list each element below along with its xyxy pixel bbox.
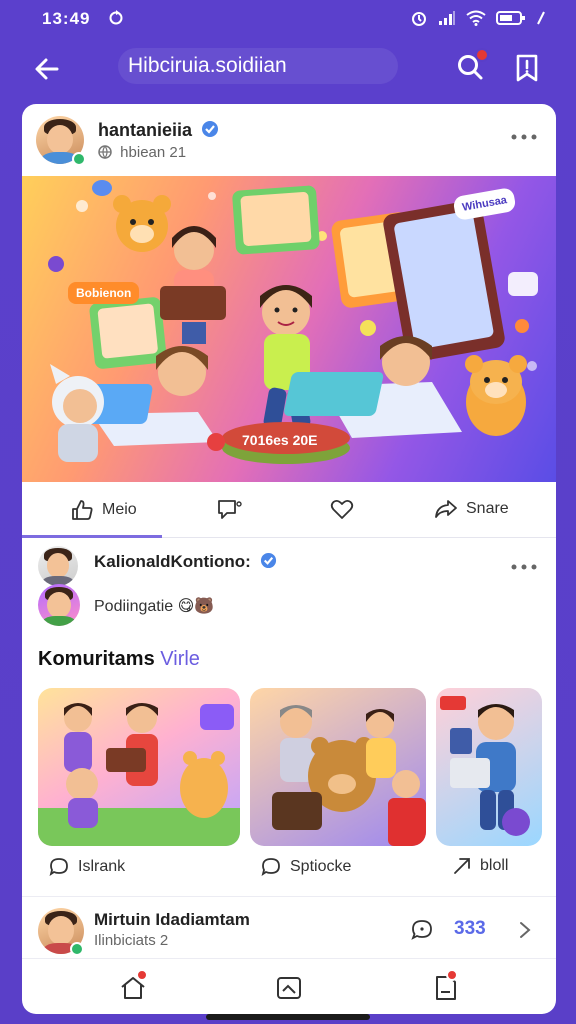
app-screen: 13:49 Hibciruia.soidiian hantanieiia hbi… [0, 0, 576, 1024]
author-name-row[interactable]: hantanieiia [98, 120, 219, 141]
bookmark-icon [516, 54, 538, 82]
inbox-icon [277, 977, 301, 999]
post-header: hantanieiia hbiean 21 [22, 104, 556, 176]
tab-home[interactable] [118, 969, 148, 1003]
comment-icon [49, 858, 68, 877]
thumbnail-illustration [440, 696, 530, 836]
top-navigation: Hibciruia.soidiian [0, 40, 576, 96]
user-meta: Ilinbiciats 2 [94, 932, 169, 949]
chat-bubble-icon [411, 920, 432, 940]
section-link[interactable]: Virle [160, 648, 200, 670]
online-indicator [70, 942, 84, 956]
comment-icon [218, 500, 242, 519]
status-bar: 13:49 [0, 0, 576, 38]
notification-badge [475, 48, 489, 62]
sync-icon [108, 8, 124, 31]
user-name: Mirtuin Idadiamtam [94, 910, 250, 929]
home-indicator [206, 1014, 370, 1020]
status-icons [410, 9, 546, 27]
heart-button[interactable] [330, 498, 354, 520]
commenter-name-row: KalionaldKontiono: [94, 552, 277, 572]
user-avatar [38, 584, 80, 626]
comment-text: Podiingatie 😋🐻 [94, 598, 215, 615]
more-horizontal-icon [511, 564, 537, 570]
tab-inbox[interactable] [274, 973, 304, 1003]
search-button[interactable] [455, 48, 491, 86]
commenter-name: KalionaldKontiono: [94, 552, 251, 571]
thumbnail-card[interactable] [38, 688, 240, 846]
thumbnail-label: bloll [480, 857, 509, 874]
user-list-item[interactable]: Mirtuin Idadiamtam Ilinbiciats 2 333 [22, 900, 556, 958]
post-card: hantanieiia hbiean 21 Bobienon Wihusaa 7… [22, 104, 556, 1014]
comment-more-button[interactable] [510, 558, 538, 572]
back-button[interactable] [30, 52, 64, 86]
post-hero-image[interactable]: Bobienon Wihusaa 7016es 20E [22, 176, 556, 482]
thumbnail-illustration [38, 703, 240, 846]
message-button[interactable] [410, 918, 434, 947]
thumbnail-label: Sptiocke [290, 858, 352, 875]
heart-icon [330, 499, 354, 519]
verified-badge-icon [202, 121, 219, 137]
verified-badge-icon [260, 552, 276, 569]
notification-badge [136, 969, 148, 981]
thumbnail-action[interactable]: Islrank [48, 856, 125, 878]
like-label: Meio [102, 501, 137, 518]
more-horizontal-icon [511, 134, 537, 140]
thumbnail-card[interactable] [250, 688, 426, 846]
like-button[interactable]: Meio [70, 498, 137, 522]
alarm-icon [410, 9, 428, 27]
share-button[interactable]: Snare [434, 498, 509, 520]
comment-input-row[interactable]: Podiingatie 😋🐻 [22, 580, 556, 630]
wifi-icon [466, 10, 486, 26]
notification-badge [446, 969, 458, 981]
thumbnail-action[interactable]: Sptiocke [260, 856, 351, 878]
thumbnail-illustration [272, 705, 426, 846]
thumbnail-card[interactable] [436, 688, 542, 846]
chevron-right-button[interactable] [518, 920, 532, 945]
user-count: 333 [454, 918, 486, 939]
globe-icon [98, 145, 112, 160]
divider [22, 896, 556, 897]
bookmark-button[interactable] [512, 52, 544, 86]
chevron-right-icon [520, 922, 531, 938]
share-icon [454, 858, 470, 874]
comment-button[interactable] [216, 498, 244, 522]
author-meta-row: hbiean 21 [98, 144, 186, 161]
author-name: hantanieiia [98, 120, 193, 140]
comment-icon [261, 858, 280, 877]
hero-caption: 7016es 20E [242, 432, 318, 448]
post-action-bar: Meio Snare [22, 482, 556, 538]
roaming-icon [536, 10, 546, 26]
online-indicator [72, 152, 86, 166]
section-title: Komuritams Virle [38, 648, 200, 671]
thumbnail-action[interactable]: bloll [452, 856, 508, 876]
share-label: Snare [466, 500, 509, 517]
post-meta: hbiean 21 [120, 144, 187, 161]
section-title-text: Komuritams [38, 648, 155, 670]
thumbs-up-icon [72, 500, 93, 520]
share-icon [435, 500, 457, 518]
more-options-button[interactable] [510, 128, 538, 142]
thumbnail-label: Islrank [78, 858, 126, 875]
status-time: 13:49 [42, 9, 91, 28]
hero-tag: Bobienon [68, 282, 140, 304]
battery-icon [496, 10, 526, 26]
page-title: Hibciruia.soidiian [118, 48, 398, 84]
tab-notifications[interactable] [430, 969, 460, 1003]
arrow-left-icon [35, 58, 59, 80]
bottom-tab-bar [22, 958, 556, 1014]
signal-icon [438, 10, 456, 26]
